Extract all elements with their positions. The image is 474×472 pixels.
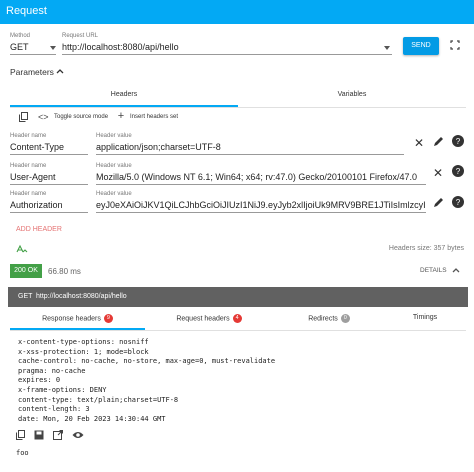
- header-row: Header name User-Agent Header value Mozi…: [0, 160, 474, 188]
- header-name-input[interactable]: User-Agent: [10, 172, 88, 182]
- url-value: http://localhost:8080/api/hello: [62, 42, 179, 52]
- method-select[interactable]: GET: [10, 41, 56, 54]
- tab-label: Response headers: [42, 315, 101, 323]
- insert-headers-set-button[interactable]: + Insert headers set: [116, 110, 196, 122]
- header-value-label: Header value: [96, 163, 132, 169]
- header-value-input[interactable]: application/json;charset=UTF-8: [96, 142, 404, 152]
- header-value-input[interactable]: eyJ0eXAiOiJKV1QiLCJhbGciOiJIUzI1NiJ9.eyJ…: [96, 200, 426, 210]
- help-icon[interactable]: ?: [452, 196, 464, 210]
- tab-label: Timings: [412, 314, 438, 321]
- tab-request-headers[interactable]: Request headers 4: [145, 314, 273, 323]
- app-title: Request: [6, 5, 47, 17]
- url-label: Request URL: [62, 33, 99, 39]
- svg-text:?: ?: [456, 167, 461, 176]
- url-underline: [62, 54, 392, 55]
- plus-icon: +: [117, 110, 125, 122]
- header-value-input[interactable]: Mozilla/5.0 (Windows NT 6.1; Win64; x64;…: [96, 172, 426, 182]
- details-label: DETAILS: [420, 267, 447, 274]
- tabs-divider: [10, 107, 466, 108]
- header-value-underline: [96, 184, 426, 185]
- toggle-source-button[interactable]: <> Toggle source mode: [38, 112, 128, 122]
- save-icon[interactable]: [34, 430, 44, 443]
- close-icon[interactable]: ✕: [414, 136, 424, 150]
- tab-redirects[interactable]: Redirects 0: [273, 314, 385, 323]
- send-button[interactable]: SEND: [403, 37, 439, 55]
- edit-icon[interactable]: [433, 197, 444, 210]
- url-input[interactable]: http://localhost:8080/api/hello: [62, 41, 392, 54]
- count-badge: 0: [340, 314, 350, 323]
- svg-text:?: ?: [456, 137, 461, 146]
- header-name-underline: [10, 154, 88, 155]
- add-header-button[interactable]: ADD HEADER: [16, 226, 62, 233]
- help-icon[interactable]: ?: [452, 165, 464, 179]
- chevron-up-icon: [452, 266, 460, 276]
- toggle-source-label: Toggle source mode: [54, 114, 109, 120]
- count-badge: 4: [232, 314, 242, 323]
- tab-headers[interactable]: Headers: [10, 91, 238, 98]
- tabs-divider: [10, 330, 466, 331]
- header-value-label: Header value: [96, 133, 132, 139]
- chevron-down-icon: [384, 46, 390, 50]
- header-name-underline: [10, 184, 88, 185]
- parameters-toggle[interactable]: Parameters: [10, 66, 80, 78]
- method-label: Method: [10, 33, 31, 39]
- fullscreen-icon[interactable]: [449, 40, 461, 52]
- parameters-label: Parameters: [10, 67, 54, 77]
- eye-icon[interactable]: [72, 430, 84, 443]
- chevron-up-icon: [56, 67, 64, 77]
- header-value-underline: [96, 212, 426, 213]
- insert-headers-set-label: Insert headers set: [130, 114, 179, 120]
- close-icon[interactable]: ✕: [433, 166, 443, 180]
- open-in-new-icon[interactable]: [53, 430, 63, 443]
- tab-variables[interactable]: Variables: [238, 91, 466, 98]
- count-badge: 9: [103, 314, 113, 323]
- header-value-label: Header value: [96, 191, 132, 197]
- header-name-label: Header name: [10, 191, 47, 197]
- method-underline: [10, 54, 56, 55]
- header-row: Header name Authorization Header value e…: [0, 188, 474, 216]
- tab-timings[interactable]: Timings: [385, 314, 465, 321]
- headers-size: Headers size: 357 bytes: [388, 245, 464, 252]
- header-row: Header name Content-Type Header value ap…: [0, 130, 474, 158]
- copy-icon[interactable]: [18, 112, 28, 125]
- copy-icon[interactable]: [16, 430, 25, 443]
- header-name-input[interactable]: Content-Type: [10, 142, 88, 152]
- method-value: GET: [10, 42, 29, 52]
- header-name-label: Header name: [10, 163, 47, 169]
- response-body: foo: [16, 449, 29, 457]
- header-name-underline: [10, 212, 88, 213]
- header-name-label: Header name: [10, 133, 47, 139]
- header-name-input[interactable]: Authorization: [10, 200, 88, 210]
- app-bar: Request: [0, 0, 474, 24]
- response-url: http://localhost:8080/api/hello: [36, 293, 127, 300]
- status-badge: 200 OK: [10, 264, 42, 278]
- response-headers-text: x-content-type-options: nosniff x-xss-pr…: [18, 338, 276, 423]
- edit-icon[interactable]: [433, 136, 444, 149]
- response-time: 66.80 ms: [48, 267, 81, 276]
- tab-label: Redirects: [308, 315, 338, 323]
- tab-response-headers[interactable]: Response headers 9: [10, 314, 145, 323]
- response-url-bar: GET http://localhost:8080/api/hello: [8, 287, 468, 307]
- encode-icon[interactable]: [16, 244, 28, 257]
- code-icon: <>: [38, 112, 49, 122]
- response-method: GET: [18, 293, 33, 300]
- chevron-down-icon: [50, 46, 56, 50]
- details-toggle[interactable]: DETAILS: [420, 267, 464, 277]
- svg-text:?: ?: [456, 198, 461, 207]
- help-icon[interactable]: ?: [452, 135, 464, 149]
- tab-label: Request headers: [176, 315, 230, 323]
- header-value-underline: [96, 154, 404, 155]
